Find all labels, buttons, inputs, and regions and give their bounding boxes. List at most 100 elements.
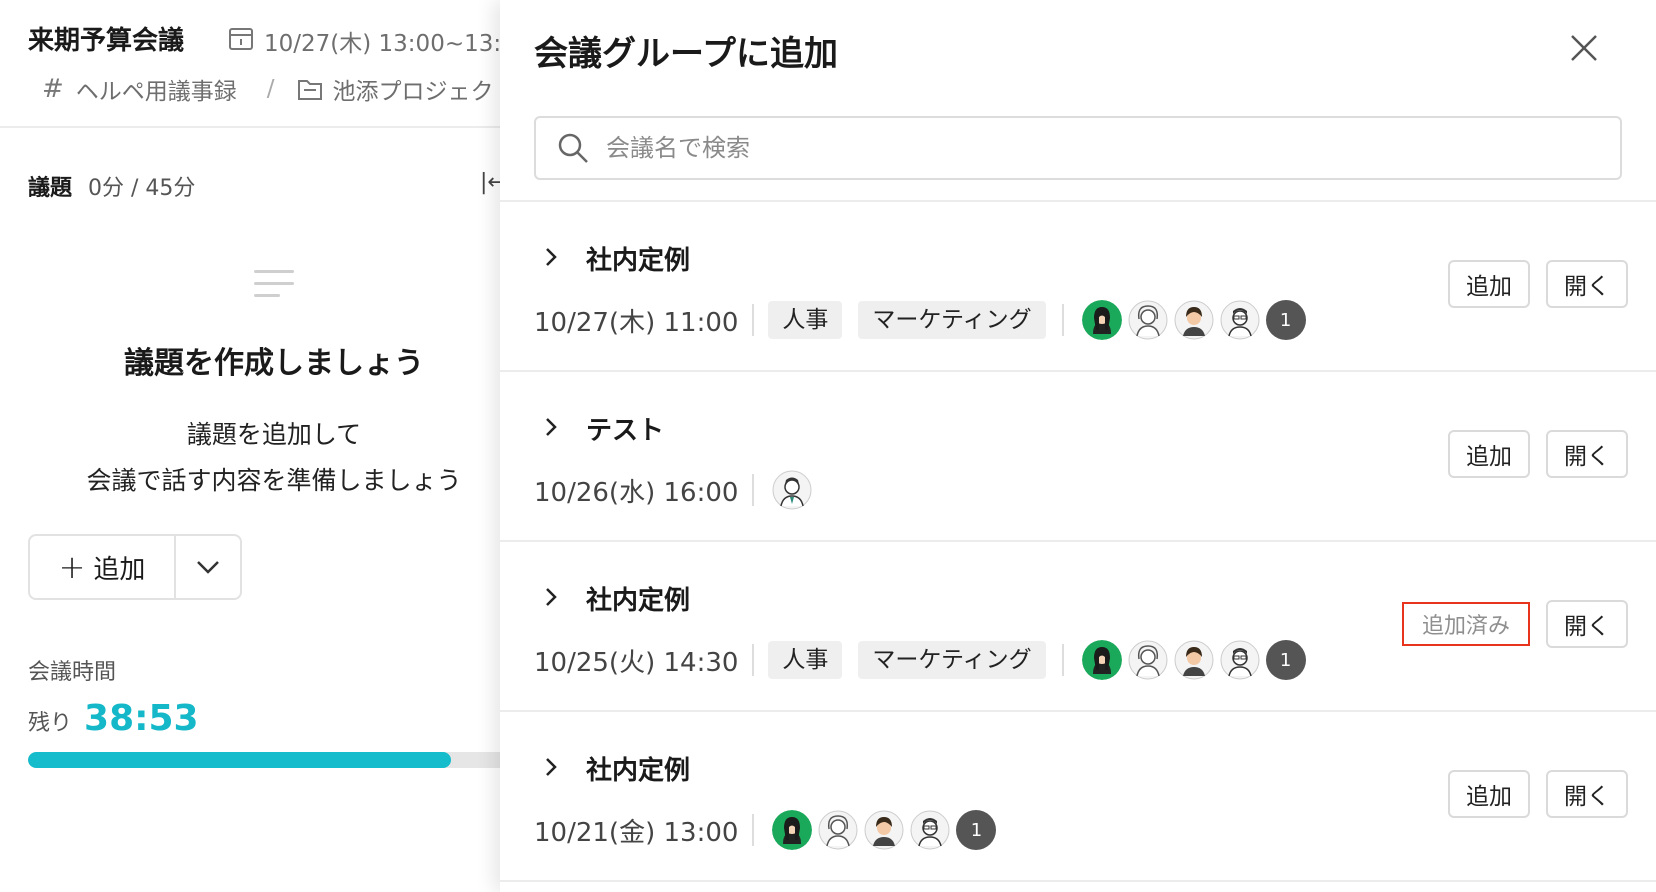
add-button[interactable]: 追加: [1448, 260, 1530, 308]
avatar: [1174, 640, 1214, 680]
agenda-label: 議題: [28, 176, 73, 201]
meeting-datetime: 10/27(木) 13:00~13:4: [228, 24, 516, 58]
avatar: [910, 810, 950, 850]
tag: マーケティング: [858, 641, 1046, 679]
list-lines-icon: [254, 270, 294, 306]
tag: 人事: [768, 301, 843, 339]
open-button[interactable]: 開く: [1546, 260, 1628, 308]
meeting-name-row: 社内定例: [544, 240, 690, 277]
meeting-datetime: 10/25(火) 14:30: [534, 647, 739, 678]
meeting-row: 社内定例 10/27(木) 11:00 人事 マーケティング 1 追加 開く: [500, 202, 1656, 372]
divider: [752, 474, 755, 506]
meeting-datetime: 10/26(水) 16:00: [534, 477, 739, 508]
meeting-meta: 10/26(水) 16:00: [534, 468, 812, 512]
empty-state-line-2: 会議で話す内容を準備しましょう: [86, 466, 462, 495]
divider: [752, 644, 755, 676]
chevron-right-icon[interactable]: [544, 586, 558, 612]
already-added-badge: 追加済み: [1402, 602, 1530, 646]
meeting-meta: 10/21(金) 13:00 1: [534, 808, 997, 852]
time-progress-bar: [28, 752, 520, 768]
meeting-name-row: 社内定例: [544, 580, 690, 617]
agenda-time: 0分 / 45分: [88, 176, 196, 201]
modal-title: 会議グループに追加: [534, 34, 838, 74]
breadcrumb-separator: /: [266, 76, 275, 102]
meeting-actions: 追加 開く: [1448, 260, 1628, 308]
add-button[interactable]: 追加: [1448, 430, 1530, 478]
divider: [1061, 644, 1064, 676]
empty-state-line-1: 議題を追加して: [186, 420, 362, 449]
avatar: [1081, 640, 1122, 680]
meeting-name: テスト: [586, 416, 665, 446]
empty-state-description: 議題を追加して 会議で話す内容を準備しましょう: [0, 412, 548, 504]
participant-avatars: 1: [1081, 640, 1306, 680]
divider: [1061, 304, 1064, 336]
chevron-right-icon[interactable]: [544, 756, 558, 782]
meeting-row: 社内定例 10/21(金) 13:00 1 追加 開く: [500, 712, 1656, 882]
meeting-meta: 10/25(火) 14:30 人事 マーケティング 1: [534, 638, 1306, 682]
divider: [752, 304, 755, 336]
meeting-datetime-text: 10/27(木) 13:00~13:4: [264, 31, 516, 57]
meeting-datetime: 10/21(金) 13:00: [534, 817, 739, 848]
meeting-meta: 10/27(木) 11:00 人事 マーケティング 1: [534, 298, 1306, 342]
breadcrumb: # ヘルペ用議事録 / 池添プロジェク: [42, 72, 494, 106]
app-window: 来期予算会議 10/27(木) 13:00~13:4 # ヘルペ用議事録 / 池…: [0, 0, 1656, 892]
search-input[interactable]: [606, 134, 1566, 162]
chevron-down-icon[interactable]: [176, 536, 240, 598]
chevron-right-icon[interactable]: [544, 416, 558, 442]
meeting-detail-panel: 来期予算会議 10/27(木) 13:00~13:4 # ヘルペ用議事録 / 池…: [0, 0, 520, 892]
add-button[interactable]: 追加: [1448, 770, 1530, 818]
extra-participants-count: 1: [1265, 640, 1306, 680]
avatar: [772, 810, 813, 850]
folder-icon: [297, 77, 323, 101]
avatar: [1220, 640, 1260, 680]
avatar: [864, 810, 904, 850]
participant-avatars: [772, 470, 812, 510]
tag: マーケティング: [858, 301, 1046, 339]
meeting-row: テスト 10/26(水) 16:00 追加 開く: [500, 372, 1656, 542]
meeting-actions: 追加 開く: [1448, 430, 1628, 478]
breadcrumb-channel[interactable]: ヘルペ用議事録: [76, 72, 237, 106]
meeting-title: 来期予算会議: [28, 26, 185, 56]
meeting-actions: 追加 開く: [1448, 770, 1628, 818]
add-agenda-label: 追加: [93, 554, 146, 585]
agenda-header: 議題 0分 / 45分: [28, 170, 195, 202]
plus-icon: +: [58, 548, 86, 586]
avatar: [1081, 300, 1122, 340]
avatar: [1220, 300, 1260, 340]
meeting-name: 社内定例: [586, 756, 691, 786]
meeting-name: 社内定例: [586, 586, 691, 616]
meeting-name: 社内定例: [586, 246, 691, 276]
avatar: [1174, 300, 1214, 340]
remaining-time: 残り 38:53: [28, 698, 199, 739]
avatar: [1128, 640, 1168, 680]
add-agenda-button[interactable]: + 追加: [30, 536, 176, 598]
avatar: [772, 470, 812, 510]
participant-avatars: 1: [1081, 300, 1306, 340]
search-icon: [556, 131, 590, 165]
header-divider: [0, 126, 520, 128]
meeting-name-row: テスト: [544, 410, 664, 447]
divider: [752, 814, 755, 846]
calendar-icon: [228, 25, 254, 57]
open-button[interactable]: 開く: [1546, 430, 1628, 478]
open-button[interactable]: 開く: [1546, 770, 1628, 818]
close-icon[interactable]: [1566, 30, 1602, 66]
add-to-group-panel: 会議グループに追加 社内定例 10/27(木) 11:00 人事 マー: [500, 0, 1656, 892]
participant-avatars: 1: [772, 810, 997, 850]
chevron-right-icon[interactable]: [544, 246, 558, 272]
meeting-actions: 追加済み 開く: [1402, 600, 1628, 648]
meeting-row: 社内定例 10/25(火) 14:30 人事 マーケティング 1 追加済み 開く: [500, 542, 1656, 712]
avatar: [818, 810, 858, 850]
add-agenda-split-button: + 追加: [28, 534, 242, 600]
remaining-value: 38:53: [84, 698, 199, 739]
extra-participants-count: 1: [956, 810, 997, 850]
meeting-datetime: 10/27(木) 11:00: [534, 307, 739, 338]
tag: 人事: [768, 641, 843, 679]
breadcrumb-project[interactable]: 池添プロジェク: [333, 72, 494, 106]
remaining-label: 残り: [28, 711, 73, 736]
empty-state-title: 議題を作成しましょう: [124, 346, 424, 381]
open-button[interactable]: 開く: [1546, 600, 1628, 648]
meeting-name-row: 社内定例: [544, 750, 690, 787]
search-box: [534, 116, 1622, 180]
hash-icon: #: [42, 74, 64, 104]
